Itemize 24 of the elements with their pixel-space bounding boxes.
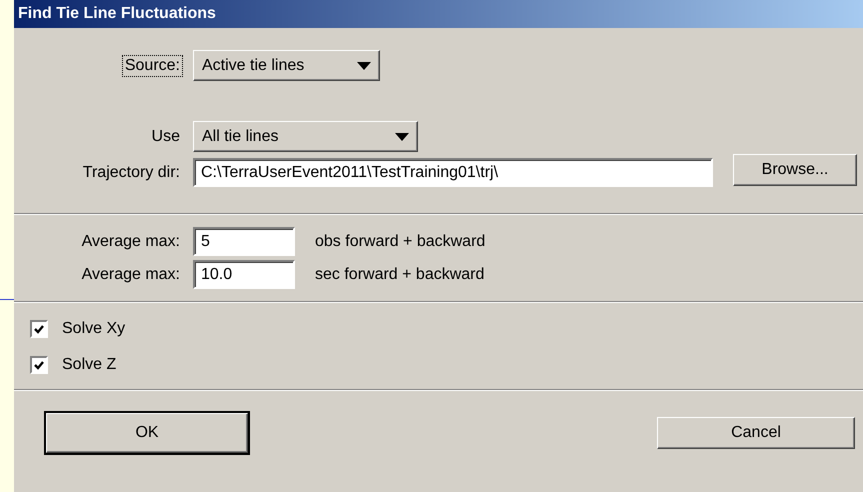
trajectory-input[interactable]: C:\TerraUserEvent2011\TestTraining01\trj\ — [193, 158, 713, 187]
trajectory-label: Trajectory dir: — [82, 162, 181, 182]
average-input[interactable]: 10.0 — [193, 260, 295, 289]
ok-button[interactable]: OK — [46, 413, 248, 453]
unit-label: obs forward + backward — [315, 232, 486, 250]
checkmark-icon — [34, 324, 44, 334]
checkmark-icon — [34, 360, 44, 370]
average-label: Average max: — [80, 264, 181, 284]
checkbox-label: Solve Xy — [62, 320, 126, 338]
unit-label: sec forward + backward — [315, 266, 486, 284]
use-dropdown[interactable]: All tie lines — [193, 121, 418, 152]
browse-button[interactable]: Browse... — [733, 154, 857, 186]
cancel-button[interactable]: Cancel — [657, 417, 855, 449]
source-dropdown[interactable]: Active tie lines — [193, 50, 380, 81]
checkbox[interactable] — [30, 320, 48, 338]
average-input[interactable]: 5 — [193, 227, 295, 256]
checkbox[interactable] — [30, 356, 48, 374]
source-label: Source: — [122, 54, 183, 76]
checkbox-label: Solve Z — [62, 356, 116, 374]
window-title: Find Tie Line Fluctuations — [18, 5, 216, 23]
use-label: Use — [150, 126, 181, 146]
average-label: Average max: — [80, 232, 181, 252]
caret-icon — [395, 132, 409, 140]
caret-icon — [357, 62, 371, 70]
